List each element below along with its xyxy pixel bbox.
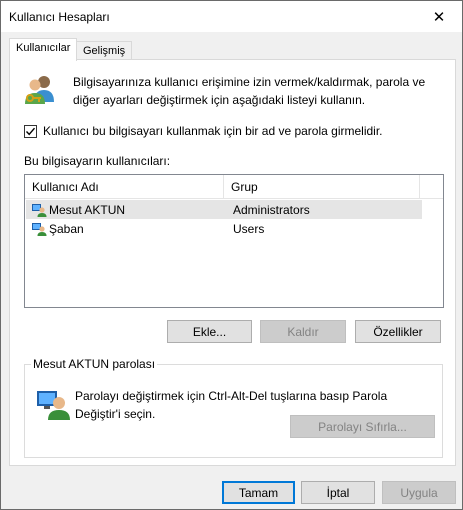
password-group-title: Mesut AKTUN parolası [31,357,158,371]
window-title: Kullanıcı Hesapları [9,10,110,24]
user-name-cell: Mesut AKTUN [26,202,224,218]
users-tab-panel: Bilgisayarınıza kullanıcı erişimine izin… [9,59,456,466]
table-row[interactable]: Şaban Users [26,219,422,238]
user-accounts-dialog: Kullanıcı Hesapları ✕ Kullanıcılar Geliş… [0,0,463,510]
user-group: Users [233,221,265,236]
title-bar: Kullanıcı Hesapları ✕ [1,1,462,32]
users-list-label: Bu bilgisayarın kullanıcıları: [24,154,171,168]
ok-button[interactable]: Tamam [222,481,295,504]
user-icon [32,222,47,236]
remove-button[interactable]: Kaldır [260,320,346,343]
users-keys-icon [25,76,54,104]
users-list[interactable]: Kullanıcı Adı Grup Mesut AKTUN Administr… [24,174,444,308]
table-row[interactable]: Mesut AKTUN Administrators [26,200,422,219]
close-button[interactable]: ✕ [416,1,462,32]
cancel-button[interactable]: İptal [301,481,375,504]
tab-advanced[interactable]: Gelişmiş [76,41,133,61]
reset-password-button[interactable]: Parolayı Sıfırla... [290,415,435,438]
user-name: Şaban [49,221,84,236]
password-groupbox: Mesut AKTUN parolası Parolayı değiştirme… [24,357,443,458]
checkmark-icon [25,127,36,135]
properties-button[interactable]: Özellikler [355,320,441,343]
require-login-row[interactable]: Kullanıcı bu bilgisayarı kullanmak için … [24,124,383,138]
intro-text: Bilgisayarınıza kullanıcı erişimine izin… [73,75,426,107]
user-name-cell: Şaban [26,221,224,237]
column-header-username[interactable]: Kullanıcı Adı [25,175,224,199]
add-button[interactable]: Ekle... [167,320,252,343]
apply-button[interactable]: Uygula [382,481,456,504]
admin-user-icon [32,203,47,217]
close-icon: ✕ [432,8,446,26]
user-name: Mesut AKTUN [49,202,126,217]
user-computer-icon [37,391,70,420]
user-group: Administrators [233,202,310,217]
require-login-label: Kullanıcı bu bilgisayarı kullanmak için … [43,124,383,138]
column-header-group[interactable]: Grup [224,175,420,199]
users-list-header: Kullanıcı Adı Grup [25,175,443,199]
require-login-checkbox[interactable] [24,124,37,138]
tab-users[interactable]: Kullanıcılar [9,38,78,61]
